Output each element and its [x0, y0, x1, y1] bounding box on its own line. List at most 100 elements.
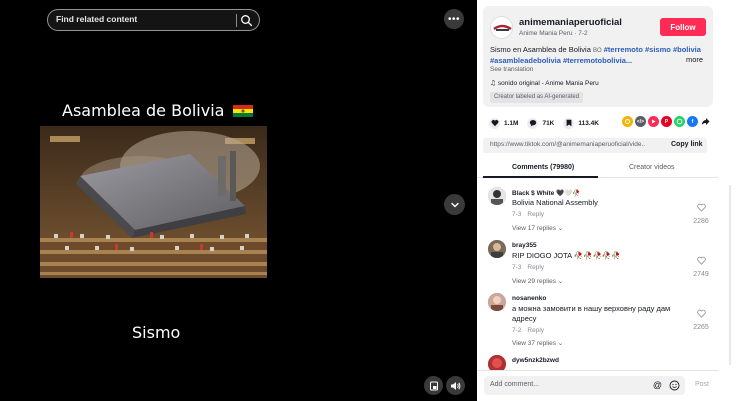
comment-like[interactable]: 2265 [689, 305, 713, 331]
search-placeholder: Find related content [56, 14, 138, 24]
author-avatar[interactable] [490, 16, 513, 39]
comment-stat[interactable]: 71K [527, 117, 555, 129]
like-count: 1.1M [504, 119, 519, 127]
add-comment-bar: Add comment... @ Post [477, 370, 718, 401]
emoji-icon[interactable] [669, 380, 680, 391]
assembly-ceiling-collapse-image [40, 126, 267, 278]
chevron-down-icon: ⌄ [557, 225, 564, 232]
bolivia-flag-icon [232, 105, 253, 117]
commenter-username[interactable]: nosanenko [512, 295, 546, 302]
pinterest-icon[interactable]: P [661, 116, 672, 127]
share-arrow-icon[interactable] [700, 116, 711, 127]
ai-generated-label: Creator labeled as AI-generated [490, 92, 584, 103]
author-username[interactable]: animemaniaperuoficial [519, 17, 622, 28]
reply-button[interactable]: Reply [527, 264, 544, 271]
comment-date: 7-3 [512, 211, 522, 218]
volume-button[interactable] [446, 376, 465, 395]
repost-icon[interactable] [648, 116, 659, 127]
heart-outline-icon [696, 256, 706, 265]
sound-label: sonido original - Anime Mania Peru [497, 80, 599, 87]
author-logo-icon [491, 17, 512, 38]
comments-list: Black $ White 🖤🤍🥀 Bolivia National Assem… [477, 180, 718, 370]
view-replies-label: View 17 replies [512, 225, 556, 232]
comments-scrollbar[interactable] [729, 185, 731, 365]
reply-button[interactable]: Reply [527, 327, 544, 334]
speaker-icon [451, 381, 461, 390]
more-link[interactable]: more [686, 55, 703, 64]
tab-comments[interactable]: Comments (79980) [512, 164, 574, 171]
next-video-button[interactable] [444, 194, 465, 215]
commenter-avatar[interactable] [488, 355, 506, 370]
comment-text: RIP DIOGO JOTA 🥀🥀🥀🥀🥀 [512, 251, 621, 260]
like-stat[interactable]: 1.1M [489, 117, 519, 129]
facebook-icon[interactable]: f [687, 116, 698, 127]
heart-icon [489, 117, 500, 129]
video-player[interactable]: Asamblea de Bolivia Sismo Find related c… [0, 0, 477, 401]
heart-outline-icon [696, 309, 706, 318]
post-info-card: animemaniaperuoficial Anime Mania Peru ·… [483, 6, 713, 107]
chevron-down-icon: ⌄ [557, 340, 564, 347]
hashtags-line-2[interactable]: #asambleadebolivia #terremotobolivia... [490, 56, 632, 65]
add-comment-input[interactable]: Add comment... @ [484, 376, 685, 395]
comment-count: 71K [542, 119, 555, 127]
mention-icon[interactable]: @ [652, 380, 663, 391]
video-caption-overlay: Sismo [132, 323, 181, 342]
comment-like-count: 2286 [693, 218, 709, 225]
comment-like[interactable]: 2749 [689, 252, 713, 278]
video-frame: Asamblea de Bolivia Sismo [0, 0, 477, 401]
chevron-down-icon: ⌄ [557, 278, 564, 285]
comment-text: Bolivia National Assembly [512, 198, 598, 207]
search-related-input[interactable]: Find related content [47, 9, 260, 31]
view-replies-link[interactable]: View 29 replies ⌄ [512, 277, 563, 285]
video-title-overlay: Asamblea de Bolivia [62, 101, 253, 120]
author-display-date: Anime Mania Peru · 7-2 [519, 30, 588, 37]
tab-creator-videos[interactable]: Creator videos [629, 164, 675, 171]
save-stat[interactable]: 113.4K [563, 117, 599, 129]
commenter-username[interactable]: dyw5nzk2bzwd [512, 357, 559, 364]
comment-date: 7-2 [512, 327, 522, 334]
post-comment-button[interactable]: Post [695, 381, 709, 388]
commenter-avatar[interactable] [488, 187, 506, 205]
copy-link-button[interactable]: Copy link [671, 141, 703, 148]
engagement-stats: 1.1M 71K 113.4K [489, 116, 608, 130]
video-title-text: Asamblea de Bolivia [62, 101, 225, 120]
comment-like[interactable]: 2286 [689, 199, 713, 225]
video-link-box: https://www.tiktok.com/@animemaniaperuof… [483, 138, 707, 153]
add-comment-placeholder: Add comment... [490, 381, 540, 388]
hashtags-line-1[interactable]: #terremoto #sismo #bolivia [604, 45, 701, 54]
active-tab-indicator [483, 176, 598, 178]
save-count: 113.4K [578, 119, 599, 127]
more-options-button[interactable]: ••• [444, 9, 464, 29]
comment-date: 7-3 [512, 264, 522, 271]
whatsapp-icon[interactable] [674, 116, 685, 127]
see-translation-link[interactable]: See translation [490, 66, 533, 73]
view-replies-link[interactable]: View 17 replies ⌄ [512, 224, 563, 232]
commenter-avatar[interactable] [488, 293, 506, 311]
more-dots-icon: ••• [447, 13, 460, 25]
embed-icon[interactable]: </> [635, 116, 646, 127]
floating-player-button[interactable] [424, 376, 443, 395]
bookmark-icon [563, 117, 575, 129]
commenter-username[interactable]: Black $ White 🖤🤍🥀 [512, 189, 580, 197]
comment-like-count: 2265 [693, 324, 709, 331]
follow-button[interactable]: Follow [660, 18, 706, 36]
flag-code: BO [592, 48, 602, 54]
view-replies-label: View 37 replies [512, 340, 556, 347]
video-url[interactable]: https://www.tiktok.com/@animemaniaperuof… [490, 141, 645, 148]
comment-meta: 7-3 Reply [512, 264, 544, 271]
description-text: Sismo en Asamblea de Bolivia [490, 45, 593, 54]
sound-link[interactable]: ♫ sonido original - Anime Mania Peru [490, 79, 599, 87]
reply-button[interactable]: Reply [527, 211, 544, 218]
post-description: Sismo en Asamblea de Bolivia BO #terremo… [490, 45, 704, 66]
commenter-avatar[interactable] [488, 240, 506, 258]
search-divider [236, 14, 237, 27]
comment-meta: 7-3 Reply [512, 211, 544, 218]
view-replies-link[interactable]: View 37 replies ⌄ [512, 339, 563, 347]
details-panel: animemaniaperuoficial Anime Mania Peru ·… [477, 0, 744, 401]
commenter-username[interactable]: bray355 [512, 242, 537, 249]
comment-bubble-icon [527, 117, 539, 129]
heart-outline-icon [696, 203, 706, 212]
search-icon[interactable] [240, 14, 253, 27]
coin-icon[interactable] [622, 116, 633, 127]
comment-text: а можна замовити в нашу верховну раду да… [512, 304, 671, 323]
